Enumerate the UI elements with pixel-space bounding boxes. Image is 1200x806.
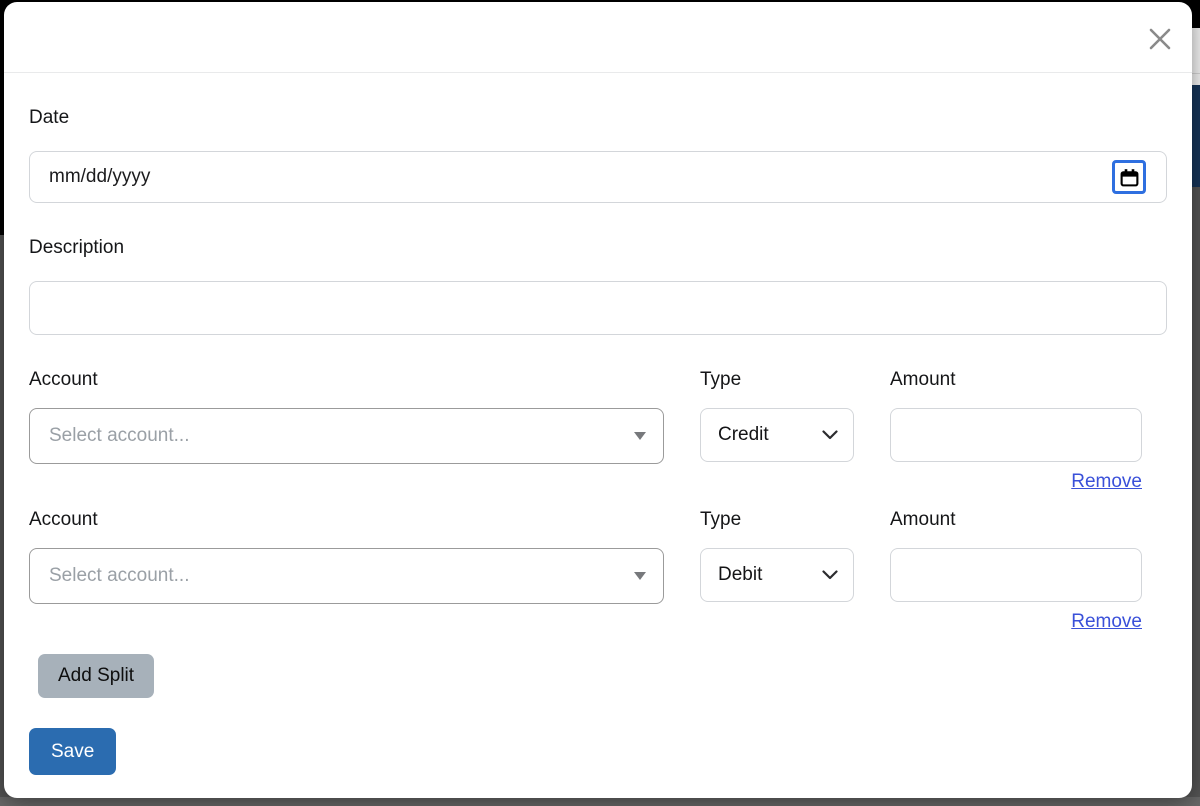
- amount-input-1[interactable]: [890, 408, 1142, 462]
- type-select-2[interactable]: Debit: [700, 548, 854, 602]
- chevron-down-icon: [822, 430, 838, 440]
- type-select-value: Credit: [718, 424, 769, 446]
- description-label: Description: [29, 236, 1167, 260]
- account-select-2[interactable]: Select account...: [29, 548, 664, 604]
- account-label: Account: [29, 368, 664, 392]
- account-select-1[interactable]: Select account...: [29, 408, 664, 464]
- amount-input-2[interactable]: [890, 548, 1142, 602]
- date-input[interactable]: [29, 151, 1167, 203]
- chevron-down-icon: [822, 570, 838, 580]
- add-split-button[interactable]: Add Split: [38, 654, 154, 698]
- account-select-placeholder: Select account...: [49, 425, 189, 447]
- caret-down-icon: [634, 572, 646, 580]
- account-column: Account Select account...: [29, 508, 664, 604]
- amount-column: Amount Remove: [890, 368, 1142, 495]
- close-button[interactable]: [1141, 20, 1179, 58]
- backdrop-bottom: [0, 797, 1200, 806]
- amount-label: Amount: [890, 368, 1142, 392]
- date-label: Date: [29, 106, 1167, 130]
- modal-body: Date Description Account: [4, 106, 1192, 775]
- type-label: Type: [700, 368, 854, 392]
- type-select-value: Debit: [718, 564, 762, 586]
- amount-column: Amount Remove: [890, 508, 1142, 635]
- remove-link-2[interactable]: Remove: [1071, 611, 1142, 632]
- close-icon: [1146, 25, 1174, 53]
- type-label: Type: [700, 508, 854, 532]
- type-select-1[interactable]: Credit: [700, 408, 854, 462]
- save-button[interactable]: Save: [29, 728, 116, 775]
- modal-header: [4, 2, 1192, 73]
- account-select-placeholder: Select account...: [49, 565, 189, 587]
- remove-row: Remove: [890, 610, 1142, 635]
- calendar-icon: [1119, 167, 1140, 188]
- date-field-wrapper: [29, 151, 1167, 203]
- split-row-1: Account Select account... Type Credit: [29, 368, 1167, 495]
- amount-label: Amount: [890, 508, 1142, 532]
- remove-row: Remove: [890, 470, 1142, 495]
- type-column: Type Debit: [700, 508, 854, 602]
- remove-link-1[interactable]: Remove: [1071, 471, 1142, 492]
- transaction-modal: Date Description Account: [4, 2, 1192, 798]
- type-column: Type Credit: [700, 368, 854, 462]
- account-column: Account Select account...: [29, 368, 664, 464]
- split-row-2: Account Select account... Type Debit: [29, 508, 1167, 635]
- date-picker-button[interactable]: [1112, 160, 1146, 194]
- description-input[interactable]: [29, 281, 1167, 335]
- account-label: Account: [29, 508, 664, 532]
- caret-down-icon: [634, 432, 646, 440]
